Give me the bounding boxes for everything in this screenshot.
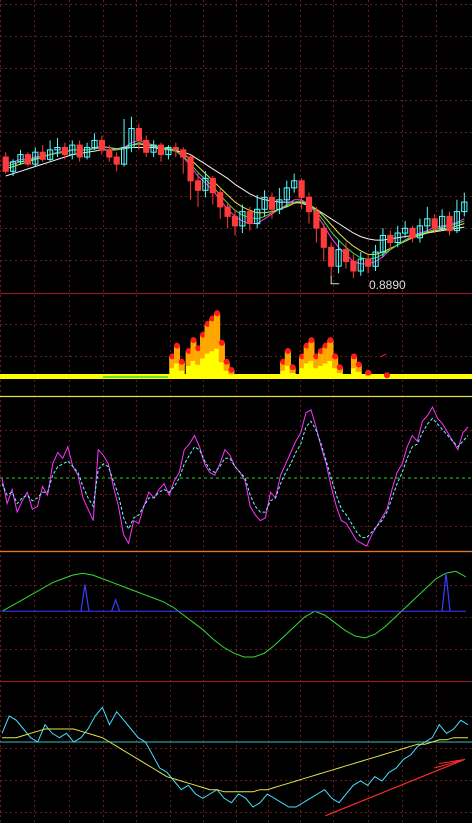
candle-body <box>268 196 276 210</box>
candle-body <box>320 227 327 248</box>
candle-body <box>387 234 394 243</box>
candle-body <box>187 156 194 182</box>
candle-body <box>76 144 83 158</box>
volume-peak-marker <box>174 342 180 349</box>
candle-body <box>350 261 357 272</box>
candle-body <box>113 156 120 165</box>
candle-body <box>157 144 165 156</box>
volume-peak-marker <box>355 361 362 368</box>
volume-peak-marker <box>351 353 357 360</box>
candle-body <box>39 151 46 160</box>
indicator-spike <box>441 573 451 612</box>
candle-body <box>106 149 113 158</box>
candle-body <box>24 154 31 165</box>
price-annotation: 0.8890 <box>369 278 406 292</box>
candle-body <box>305 196 313 213</box>
candle-body <box>143 139 150 153</box>
trend-line <box>325 758 466 817</box>
indicator-line <box>1 570 467 658</box>
volume-peak-marker <box>308 337 315 344</box>
volume-peak-marker <box>218 339 225 346</box>
trend-line-arrow <box>434 758 466 769</box>
volume-peak-marker <box>384 372 390 379</box>
volume-peak-marker <box>214 310 221 317</box>
candle-body <box>365 258 372 267</box>
candle-body <box>246 211 253 225</box>
candle-body <box>328 246 335 267</box>
candle-body <box>224 206 231 217</box>
candle-body <box>342 249 350 263</box>
candle-body <box>135 128 143 141</box>
volume-peak-marker <box>327 337 334 344</box>
volume-peak-marker <box>336 364 343 371</box>
candle-body <box>2 156 9 172</box>
candle-body <box>98 139 106 151</box>
candle-body <box>194 180 202 191</box>
trend-panel-line <box>2 728 468 793</box>
volume-peak-marker <box>228 366 235 373</box>
volume-peak-marker <box>223 358 230 365</box>
candle-body <box>409 227 416 239</box>
candle-body <box>313 211 320 229</box>
volume-peak-marker <box>178 358 185 365</box>
candle-body <box>61 147 68 156</box>
indicator-spike <box>111 598 121 612</box>
chart-canvas[interactable] <box>0 0 472 823</box>
chart-stage: 0.8890 <box>0 0 472 823</box>
volume-peak-marker <box>190 337 197 344</box>
candle-body <box>209 177 216 194</box>
volume-peak-marker <box>289 364 296 371</box>
volume-peak-marker <box>284 348 291 354</box>
volume-peak-marker <box>332 353 339 360</box>
annotation-pointer <box>330 275 340 285</box>
candle-body <box>217 192 224 208</box>
candle-body <box>298 180 305 198</box>
candle-body <box>431 218 438 229</box>
candle-body <box>231 215 239 227</box>
candle-body <box>446 215 453 232</box>
oscillator-line <box>1 406 469 547</box>
indicator-spike <box>80 584 90 612</box>
candle-body <box>180 149 187 158</box>
volume-baseline <box>0 374 472 379</box>
volume-peak-marker <box>365 369 372 376</box>
candle-body <box>172 147 179 151</box>
